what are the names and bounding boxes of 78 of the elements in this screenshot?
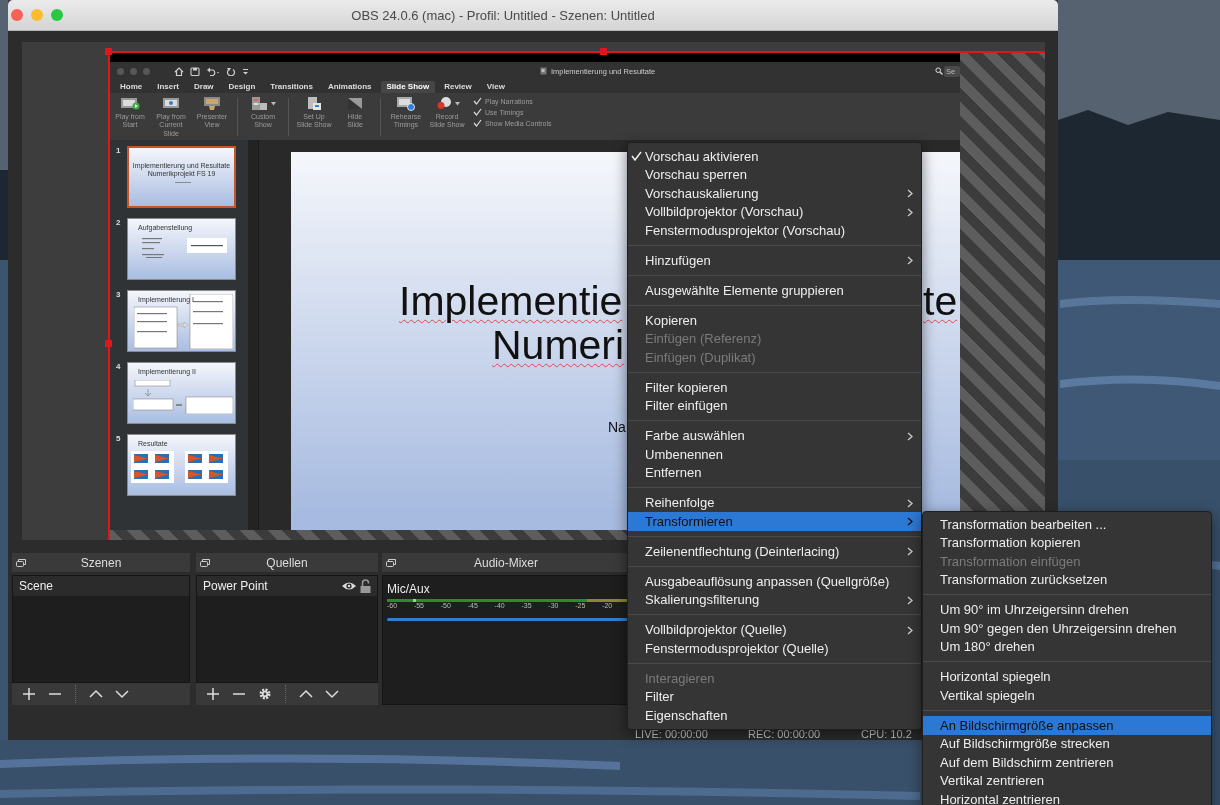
menu-item[interactable]: Ausgabeauflösung anpassen (Quellgröße) bbox=[628, 572, 921, 591]
chevron-down-icon bbox=[325, 687, 339, 701]
menu-item[interactable]: Umbenennen bbox=[628, 445, 921, 464]
channel-name: Mic/Aux bbox=[387, 582, 431, 596]
menu-item[interactable]: Fenstermodusprojektor (Vorschau) bbox=[628, 221, 921, 240]
slide-text: te bbox=[923, 281, 958, 322]
resize-handle[interactable] bbox=[105, 340, 112, 347]
more-icon[interactable] bbox=[242, 66, 249, 76]
eye-icon[interactable] bbox=[341, 581, 357, 591]
search-icon bbox=[935, 67, 943, 75]
slide-number: 5 bbox=[115, 434, 122, 443]
dock-title: Audio-Mixer bbox=[473, 555, 539, 570]
float-icon[interactable] bbox=[386, 558, 396, 567]
slide-number: 3 bbox=[115, 290, 122, 299]
chevron-down-icon bbox=[115, 687, 129, 701]
slide-show-icon bbox=[396, 96, 416, 111]
menu-item[interactable]: Vollbildprojektor (Quelle) bbox=[628, 620, 921, 639]
ribbon-tab[interactable]: Home bbox=[114, 81, 149, 93]
menu-item[interactable]: Skalierungsfilterung bbox=[628, 590, 921, 609]
menu-item[interactable]: Ausgewählte Elemente gruppieren bbox=[628, 281, 921, 300]
menu-item[interactable]: Reihenfolge bbox=[628, 493, 921, 512]
menu-item[interactable]: Vorschauskalierung bbox=[628, 184, 921, 203]
menu-item[interactable]: Hinzufügen bbox=[628, 251, 921, 270]
slide-text: Implementie bbox=[399, 281, 623, 322]
float-icon[interactable] bbox=[200, 558, 210, 567]
menu-item[interactable]: Farbe auswählen bbox=[628, 426, 921, 445]
volume-slider[interactable] bbox=[387, 618, 629, 621]
dock-title: Szenen bbox=[79, 555, 123, 570]
dock-title: Quellen bbox=[265, 555, 309, 570]
ribbon-tab[interactable]: Animations bbox=[321, 81, 378, 93]
menu-item[interactable]: Zeilenentflechtung (Deinterlacing) bbox=[628, 542, 921, 561]
list-item[interactable]: Power Point bbox=[197, 576, 377, 596]
slide-show-icon bbox=[250, 96, 270, 111]
ribbon-tab[interactable]: Draw bbox=[188, 81, 220, 93]
menu-item[interactable]: Transformieren bbox=[628, 512, 921, 531]
float-icon[interactable] bbox=[16, 558, 26, 567]
menu-item[interactable]: Filter kopieren bbox=[628, 378, 921, 397]
menu-item[interactable]: Vorschau sperren bbox=[628, 165, 921, 184]
menu-item[interactable]: Eigenschaften bbox=[628, 706, 921, 725]
home-icon[interactable] bbox=[174, 66, 184, 76]
slide-number: 2 bbox=[115, 218, 122, 227]
slide-show-icon bbox=[161, 96, 181, 111]
ribbon-tab[interactable]: Review bbox=[438, 81, 478, 93]
slide-text: Numeri bbox=[492, 325, 625, 366]
menu-item[interactable]: Entfernen bbox=[628, 463, 921, 482]
menu-item[interactable]: Filter bbox=[628, 687, 921, 706]
slide-show-icon bbox=[434, 96, 454, 111]
slide-text: Na bbox=[608, 420, 626, 434]
undo-icon[interactable] bbox=[206, 66, 220, 76]
redo-icon[interactable] bbox=[226, 66, 236, 76]
status-text: REC: 00:00:00 bbox=[748, 728, 822, 740]
menu-item[interactable]: Kopieren bbox=[628, 311, 921, 330]
status-text: CPU: 10.2 bbox=[861, 728, 913, 740]
status-text: LIVE: 00:00:00 bbox=[635, 728, 709, 740]
slide-show-icon bbox=[120, 96, 140, 111]
menu-item[interactable]: Vollbildprojektor (Vorschau) bbox=[628, 202, 921, 221]
list-item[interactable]: Scene bbox=[13, 576, 189, 596]
menu-item[interactable]: Vorschau aktivieren bbox=[628, 147, 921, 166]
ribbon-tab[interactable]: Transitions bbox=[264, 81, 319, 93]
resize-handle[interactable] bbox=[105, 48, 112, 55]
ribbon-tab[interactable]: View bbox=[480, 81, 511, 93]
plus-icon bbox=[22, 687, 36, 701]
ribbon-tab[interactable]: Slide Show bbox=[380, 81, 436, 93]
menu-item[interactable]: Fenstermodusprojektor (Quelle) bbox=[628, 639, 921, 658]
document-icon bbox=[540, 67, 547, 75]
ribbon-tab[interactable]: Insert bbox=[151, 81, 186, 93]
menu-item[interactable]: Filter einfügen bbox=[628, 396, 921, 415]
padlock-icon[interactable] bbox=[360, 579, 371, 593]
slide-show-icon bbox=[202, 96, 222, 111]
slide-number: 4 bbox=[115, 362, 122, 371]
window-title: OBS 24.0.6 (mac) - Profil: Untitled - Szenen: Untitled bbox=[350, 7, 656, 23]
resize-handle[interactable] bbox=[600, 48, 607, 55]
slide-show-icon bbox=[345, 96, 365, 111]
slide-number: 1 bbox=[115, 146, 122, 155]
save-icon[interactable] bbox=[190, 66, 200, 76]
ribbon-tab[interactable]: Design bbox=[222, 81, 262, 93]
gear-icon bbox=[258, 687, 272, 701]
plus-icon bbox=[206, 687, 220, 701]
